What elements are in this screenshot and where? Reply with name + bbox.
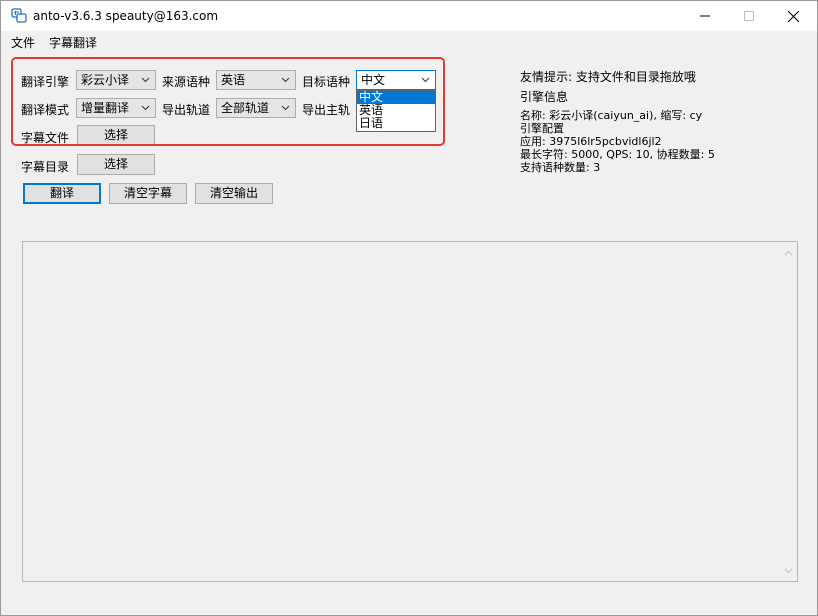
output-textarea[interactable] xyxy=(22,241,798,582)
menu-bar: 文件 字幕翻译 xyxy=(1,31,817,51)
minimize-icon xyxy=(700,15,710,17)
choose-dir-button[interactable]: 选择 xyxy=(77,154,155,175)
app-window: anto-v3.6.3 speauty@163.com 文件 字幕翻译 翻译 引擎… xyxy=(0,0,818,616)
clear-subtitles-button[interactable]: 清空字幕 xyxy=(109,183,187,204)
translate-button[interactable]: 翻译 xyxy=(23,183,101,204)
engine-app-line: 应用: 3975l6lr5pcbvidl6jl2 xyxy=(520,135,662,148)
scroll-up-icon[interactable] xyxy=(784,250,793,256)
engine-limits-line: 最长字符: 5000, QPS: 10, 协程数量: 5 xyxy=(520,148,715,161)
app-logo-icon xyxy=(11,8,27,23)
close-icon xyxy=(787,10,799,22)
clear-output-button[interactable]: 清空输出 xyxy=(195,183,273,204)
vertical-scrollbar[interactable] xyxy=(780,242,797,581)
menu-file[interactable]: 文件 xyxy=(11,34,35,51)
supported-languages-line: 支持语种数量: 3 xyxy=(520,161,601,174)
minimize-button[interactable] xyxy=(683,1,727,31)
highlight-annotation-box xyxy=(11,57,445,146)
engine-name-line: 名称: 彩云小译(caiyun_ai), 缩写: cy xyxy=(520,109,703,122)
title-bar: anto-v3.6.3 speauty@163.com xyxy=(1,1,817,31)
tip-text: 友情提示: 支持文件和目录拖放哦 xyxy=(520,70,696,84)
window-title: anto-v3.6.3 speauty@163.com xyxy=(33,9,219,23)
engine-config-title: 引擎配置 xyxy=(520,122,564,135)
maximize-button[interactable] xyxy=(727,1,771,31)
subtitle-dir-label: 字幕目录 xyxy=(21,160,70,174)
engine-info-title: 引擎信息 xyxy=(520,90,569,104)
maximize-icon xyxy=(744,11,754,21)
scroll-down-icon[interactable] xyxy=(784,568,793,574)
close-button[interactable] xyxy=(771,1,815,31)
menu-subtitle-translate[interactable]: 字幕翻译 xyxy=(49,34,97,51)
